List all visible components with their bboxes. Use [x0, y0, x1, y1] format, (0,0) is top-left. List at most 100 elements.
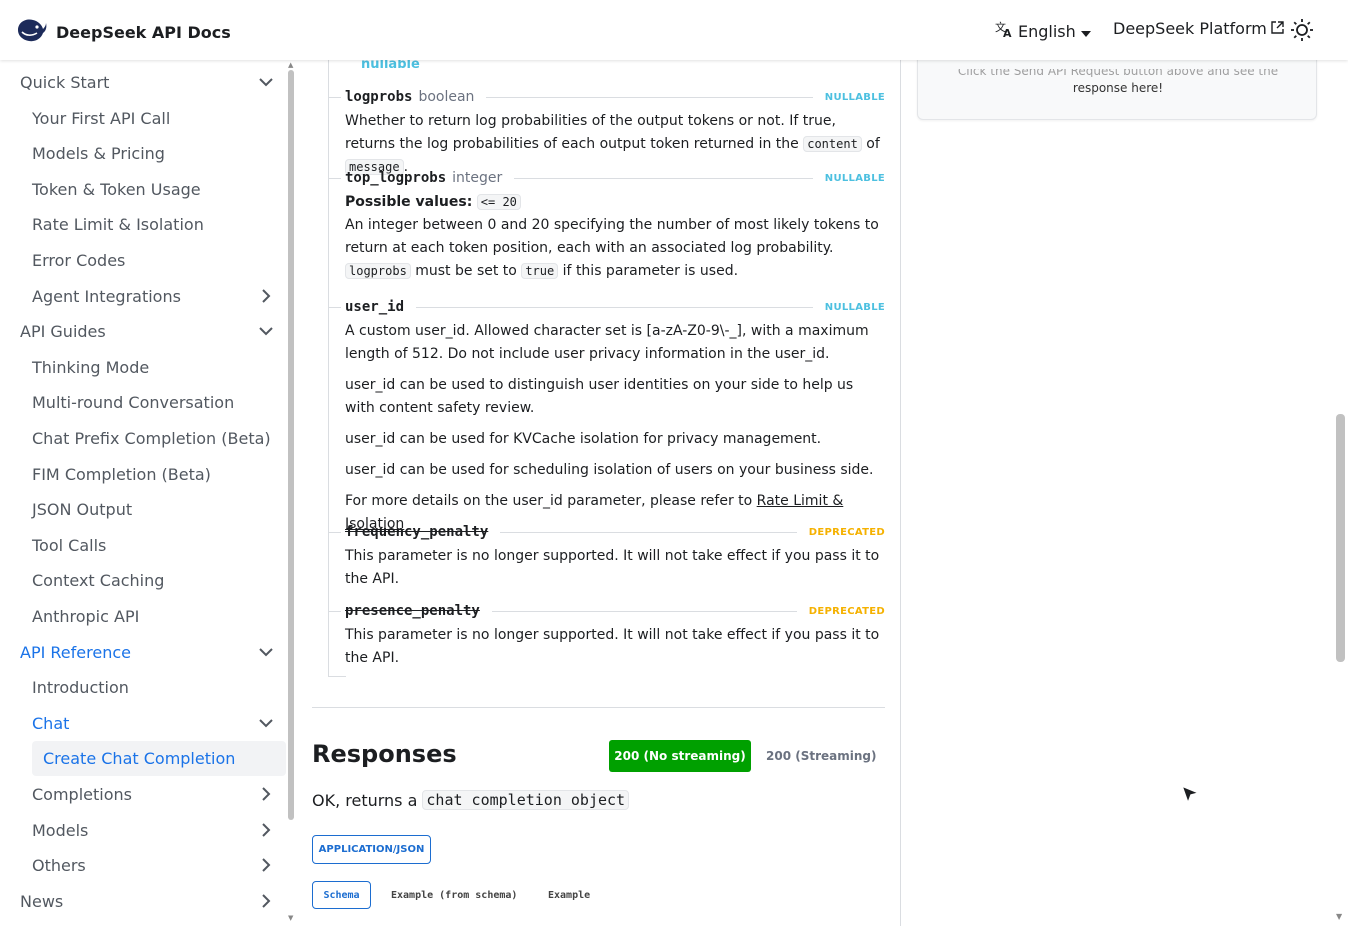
sidebar-item[interactable]: JSON Output	[0, 492, 288, 527]
tab-200-no-streaming[interactable]: 200 (No streaming)	[609, 740, 751, 772]
desc-text: An integer between 0 and 20 specifying t…	[345, 217, 879, 256]
sidebar-item[interactable]: Error Codes	[0, 243, 288, 278]
tab-schema[interactable]: Schema	[312, 881, 371, 909]
sidebar-item[interactable]: Context Caching	[0, 563, 288, 598]
column-divider	[900, 60, 901, 926]
chevron-right-icon[interactable]	[258, 786, 274, 802]
sidebar-item[interactable]: Rate Limit & Isolation	[0, 207, 288, 242]
external-link-icon	[1271, 19, 1284, 38]
param-divider	[416, 306, 813, 308]
sidebar-item[interactable]: Chat	[0, 706, 288, 741]
sidebar-item[interactable]: Multi-round Conversation	[0, 385, 288, 420]
page-scrollbar[interactable]	[1336, 414, 1345, 662]
sidebar-item[interactable]: Introduction	[0, 670, 288, 705]
top-navbar: DeepSeek API Docs 文A English DeepSeek Pl…	[0, 0, 1348, 60]
sidebar-item-label: Your First API Call	[32, 108, 171, 128]
site-title: DeepSeek API Docs	[56, 22, 231, 42]
section-divider	[312, 707, 885, 708]
platform-link[interactable]: DeepSeek Platform	[1113, 19, 1284, 38]
inline-code: content	[803, 136, 862, 152]
sidebar-item[interactable]: Completions	[0, 777, 288, 812]
sidebar-item[interactable]: FIM Completion (Beta)	[0, 457, 288, 492]
sidebar-item[interactable]: Anthropic API	[0, 599, 288, 634]
sidebar-item[interactable]: Agent Integrations	[0, 279, 288, 314]
tab-example-from-schema[interactable]: Example (from schema)	[391, 881, 517, 909]
sidebar-scroll-down-arrow[interactable]: ▼	[288, 914, 293, 922]
sidebar-item-label: API Guides	[20, 322, 106, 342]
tab-example[interactable]: Example	[548, 881, 590, 909]
param-type: integer	[452, 170, 503, 186]
sidebar-item-label: Context Caching	[32, 571, 165, 591]
deprecated-badge: DEPRECATED	[808, 526, 885, 538]
param-description: This parameter is no longer supported. I…	[345, 627, 880, 666]
param-top-logprobs: top_logprobs integer NULLABLE Possible v…	[329, 168, 885, 283]
sidebar-item-label: Chat Prefix Completion (Beta)	[32, 429, 271, 448]
param-logprobs: logprobs boolean NULLABLE Whether to ret…	[329, 87, 885, 179]
responses-heading: Responses	[312, 740, 457, 768]
tab-200-streaming[interactable]: 200 (Streaming)	[766, 740, 876, 772]
param-connector	[329, 611, 341, 612]
sidebar-item[interactable]: Create Chat Completion	[32, 741, 286, 777]
theme-toggle-button[interactable]	[1290, 18, 1314, 46]
sidebar-item[interactable]: Quick Start	[0, 65, 288, 100]
sidebar-item-label: Completions	[32, 785, 132, 804]
desc-text: OK, returns a	[312, 790, 418, 810]
sidebar-item[interactable]: Your First API Call	[0, 101, 288, 136]
sidebar-item-label: Models & Pricing	[32, 144, 165, 164]
sidebar-item-label: Thinking Mode	[32, 357, 150, 377]
param-divider	[514, 177, 813, 179]
sidebar-item-label: Rate Limit & Isolation	[32, 215, 204, 235]
sidebar-item-label: JSON Output	[32, 500, 133, 520]
language-dropdown[interactable]: 文A English	[994, 19, 1091, 43]
svg-text:A: A	[1003, 27, 1012, 39]
sidebar-item[interactable]: Chat Prefix Completion (Beta)	[0, 421, 288, 456]
param-name: presence_penalty	[345, 603, 480, 619]
desc-text: of	[866, 136, 880, 152]
chevron-right-icon[interactable]	[258, 288, 274, 304]
sidebar-item[interactable]: Tool Calls	[0, 528, 288, 563]
chevron-right-icon[interactable]	[258, 893, 274, 909]
brand[interactable]: DeepSeek API Docs	[16, 16, 231, 48]
sidebar-scroll-up-arrow[interactable]: ▲	[288, 61, 293, 69]
response-description: OK, returns a chat completion object	[312, 790, 630, 810]
chevron-right-icon[interactable]	[258, 822, 274, 838]
desc-paragraph: user_id can be used to distinguish user …	[345, 377, 854, 416]
mime-type-button[interactable]: APPLICATION/JSON	[312, 835, 431, 864]
sidebar-item-label: Chat	[32, 713, 70, 733]
desc-text: Whether to return log probabilities of t…	[345, 113, 836, 152]
sidebar-item-label: Agent Integrations	[32, 286, 181, 306]
chevron-down-icon[interactable]	[258, 715, 274, 731]
main-content: nullable logprobs boolean NULLABLE Wheth…	[296, 60, 900, 926]
nullable-badge: NULLABLE	[824, 172, 885, 184]
chevron-down-icon[interactable]	[258, 74, 274, 90]
chevron-down-icon[interactable]	[258, 323, 274, 339]
chevron-right-icon[interactable]	[258, 857, 274, 873]
sidebar-item[interactable]: Others	[0, 848, 288, 883]
sidebar-item[interactable]: API Reference	[0, 635, 288, 670]
sidebar-item-label: API Reference	[20, 642, 131, 662]
sidebar-item[interactable]: Token & Token Usage	[0, 172, 288, 207]
desc-text: if this parameter is used.	[562, 263, 739, 279]
sidebar-item-label: Models	[32, 820, 89, 840]
sidebar-scrollbar[interactable]	[288, 70, 294, 820]
sidebar-item[interactable]: API Guides	[0, 314, 288, 349]
inline-code: true	[521, 263, 559, 279]
sidebar-item[interactable]: Models & Pricing	[0, 136, 288, 171]
param-type: boolean	[418, 89, 475, 105]
sidebar-item[interactable]: Thinking Mode	[0, 350, 288, 385]
param-connector	[329, 307, 341, 308]
nullable-badge: NULLABLE	[824, 301, 885, 313]
sidebar-item[interactable]: News	[0, 884, 288, 919]
platform-label: DeepSeek Platform	[1113, 19, 1267, 38]
possible-values-code: <= 20	[476, 194, 521, 210]
page-scroll-down-arrow[interactable]: ▼	[1336, 912, 1342, 921]
param-connector	[329, 97, 341, 98]
translate-icon: 文A	[994, 19, 1014, 43]
sidebar-item[interactable]: Models	[0, 813, 288, 848]
desc-text: must be set to	[415, 263, 517, 279]
param-divider	[491, 610, 797, 612]
param-name: logprobs	[345, 89, 413, 105]
possible-values-label: Possible values:	[345, 194, 473, 210]
chevron-down-icon[interactable]	[258, 644, 274, 660]
panel-text-bottom: response here!	[1072, 81, 1164, 95]
